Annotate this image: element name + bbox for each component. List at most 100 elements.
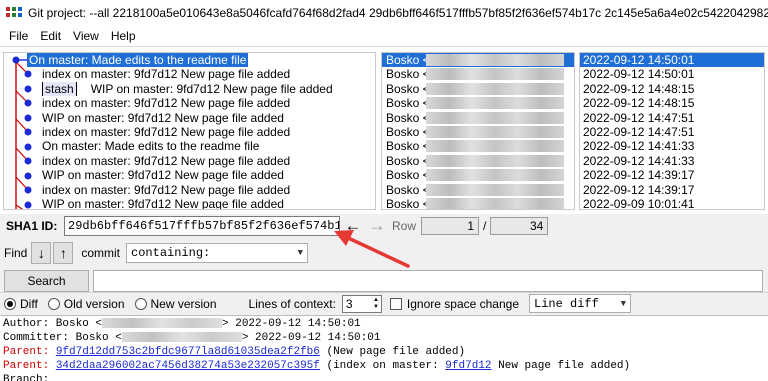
menu-file[interactable]: File bbox=[4, 29, 33, 43]
chevron-down-icon: ▼ bbox=[297, 248, 304, 258]
radio-diff[interactable]: Diff bbox=[4, 297, 38, 311]
ignore-space-label: Ignore space change bbox=[406, 296, 520, 311]
date-cell[interactable]: 2022-09-12 14:41:33 bbox=[580, 139, 764, 153]
branch-line: Branch: bbox=[3, 374, 50, 381]
search-toolbar: Search bbox=[0, 268, 768, 294]
find-up-button[interactable]: ↑ bbox=[53, 242, 74, 264]
down-arrow-icon: ↓ bbox=[37, 245, 45, 261]
parent-desc: (New page file added) bbox=[319, 346, 466, 358]
redacted-email bbox=[426, 97, 564, 110]
menu-view[interactable]: View bbox=[68, 29, 104, 43]
up-arrow-icon: ↑ bbox=[59, 245, 67, 261]
redacted-email bbox=[426, 68, 564, 81]
author-name: Bosko < bbox=[386, 153, 430, 168]
commit-history: On master: Made edits to the readme file… bbox=[0, 46, 768, 214]
date-cell[interactable]: 2022-09-12 14:50:01 bbox=[580, 53, 764, 68]
date-cell[interactable]: 2022-09-12 14:48:15 bbox=[580, 82, 764, 96]
row-total: 34 bbox=[490, 217, 549, 235]
parent-label: Parent: bbox=[3, 360, 50, 372]
git-app-icon bbox=[6, 7, 22, 19]
author-cell[interactable]: Bosko < bbox=[382, 183, 574, 197]
context-value: 3 bbox=[345, 296, 353, 311]
author-suffix: > 2022-09-12 14:50:01 bbox=[222, 318, 361, 330]
window-titlebar: Git project: --all 2218100a5e010643e8a50… bbox=[0, 0, 768, 26]
radio-indicator bbox=[47, 297, 60, 310]
author-name: Bosko < bbox=[386, 139, 430, 154]
redacted-email bbox=[426, 82, 564, 95]
date-cell[interactable]: 2022-09-09 10:01:41 bbox=[580, 197, 764, 209]
date-cell[interactable]: 2022-09-12 14:47:51 bbox=[580, 111, 764, 125]
author-cell[interactable]: Bosko < bbox=[382, 111, 574, 125]
author-name: Bosko < bbox=[386, 67, 430, 82]
author-cell[interactable]: Bosko < bbox=[382, 125, 574, 139]
find-down-button[interactable]: ↓ bbox=[31, 242, 52, 264]
author-cell[interactable]: Bosko < bbox=[382, 168, 574, 182]
author-name: Bosko < bbox=[386, 182, 430, 197]
author-cell[interactable]: Bosko < bbox=[382, 96, 574, 110]
author-name: Bosko < bbox=[386, 53, 430, 67]
date-cell[interactable]: 2022-09-12 14:39:17 bbox=[580, 183, 764, 197]
radio-indicator bbox=[134, 297, 147, 310]
author-cell[interactable]: Bosko < bbox=[382, 196, 574, 210]
date-pane[interactable]: 2022-09-12 14:50:01 2022-09-12 14:50:01 … bbox=[579, 52, 765, 210]
committer-line: Committer: Bosko < > 2022-09-12 14:50:01 bbox=[3, 331, 768, 345]
author-cell[interactable]: Bosko < bbox=[382, 154, 574, 168]
redacted-email bbox=[426, 197, 564, 209]
window-title: Git project: --all 2218100a5e010643e8a50… bbox=[28, 6, 768, 20]
parent-desc: New page file added) bbox=[491, 360, 631, 372]
redacted-email bbox=[426, 140, 564, 153]
radio-diff-label: Diff bbox=[20, 296, 38, 311]
author-cell[interactable]: Bosko < bbox=[382, 139, 574, 153]
parent-short-link[interactable]: 9fd7d12 bbox=[445, 360, 491, 372]
diff-mode-select[interactable]: Line diff ▼ bbox=[529, 294, 632, 313]
author-name: Bosko < bbox=[386, 196, 430, 210]
radio-new-version[interactable]: New version bbox=[134, 297, 217, 311]
find-mode-value: containing: bbox=[131, 246, 211, 260]
commit-details: Author: Bosko < > 2022-09-12 14:50:01 Com… bbox=[0, 315, 768, 381]
find-toolbar: Find ↓ ↑ commit containing: ▼ bbox=[0, 240, 768, 266]
sha-id-field[interactable]: 29db6bff646f517fffb57bf85f2f636ef574b17c bbox=[64, 216, 340, 236]
date-cell[interactable]: 2022-09-12 14:50:01 bbox=[580, 67, 764, 81]
redacted-email bbox=[426, 125, 564, 138]
author-line: Author: Bosko < > 2022-09-12 14:50:01 bbox=[3, 317, 768, 331]
author-cell[interactable]: Bosko < bbox=[382, 67, 574, 81]
committer-prefix: Committer: Bosko < bbox=[3, 332, 122, 344]
date-cell[interactable]: 2022-09-12 14:41:33 bbox=[580, 154, 764, 168]
parent-desc: (index on master: bbox=[319, 360, 446, 372]
parent-line: Parent: 9fd7d12dd753c2bfdc9677la8d61035d… bbox=[3, 345, 768, 359]
context-spinbox[interactable]: 3 ▲ ▼ bbox=[341, 294, 382, 313]
author-name: Bosko < bbox=[386, 124, 430, 139]
date-cell[interactable]: 2022-09-12 14:39:17 bbox=[580, 168, 764, 182]
author-name: Bosko < bbox=[386, 81, 430, 96]
parent-sha-link[interactable]: 34d2daa296002ac7456d38274a53e232057c395f bbox=[56, 360, 320, 372]
spin-arrows-icon[interactable]: ▲ ▼ bbox=[373, 297, 381, 311]
find-label: Find bbox=[4, 246, 28, 260]
search-button[interactable]: Search bbox=[4, 270, 89, 292]
author-pane[interactable]: Bosko < Bosko < Bosko < Bosko < Bosko < … bbox=[381, 52, 575, 210]
radio-indicator bbox=[4, 297, 16, 310]
author-cell[interactable]: Bosko < bbox=[382, 53, 574, 68]
row-current: 1 bbox=[421, 217, 480, 235]
author-cell[interactable]: Bosko < bbox=[382, 82, 574, 96]
menu-edit[interactable]: Edit bbox=[35, 29, 66, 43]
date-cell[interactable]: 2022-09-12 14:47:51 bbox=[580, 125, 764, 139]
ignore-space-checkbox[interactable] bbox=[389, 297, 402, 310]
radio-old-version[interactable]: Old version bbox=[47, 297, 125, 311]
redacted-email bbox=[426, 111, 564, 124]
author-name: Bosko < bbox=[386, 96, 430, 111]
diff-mode-value: Line diff bbox=[534, 296, 599, 311]
parent-sha-link[interactable]: 9fd7d12dd753c2bfdc9677la8d61035dea2f2fb6 bbox=[56, 346, 320, 358]
find-mode-select[interactable]: containing: ▼ bbox=[126, 243, 309, 263]
menu-help[interactable]: Help bbox=[106, 29, 141, 43]
author-name: Bosko < bbox=[386, 168, 430, 183]
parent-label: Parent: bbox=[3, 346, 50, 358]
context-label: Lines of context: bbox=[248, 296, 336, 311]
author-name: Bosko < bbox=[386, 110, 430, 125]
committer-suffix: > 2022-09-12 14:50:01 bbox=[241, 332, 381, 344]
commit-list-pane[interactable]: On master: Made edits to the readme file… bbox=[3, 52, 376, 210]
author-prefix: Author: Bosko < bbox=[3, 318, 103, 330]
redacted-email bbox=[426, 183, 564, 196]
search-input[interactable] bbox=[93, 270, 763, 292]
diff-options-bar: Diff Old version New version Lines of co… bbox=[0, 292, 768, 314]
date-cell[interactable]: 2022-09-12 14:48:15 bbox=[580, 96, 764, 110]
